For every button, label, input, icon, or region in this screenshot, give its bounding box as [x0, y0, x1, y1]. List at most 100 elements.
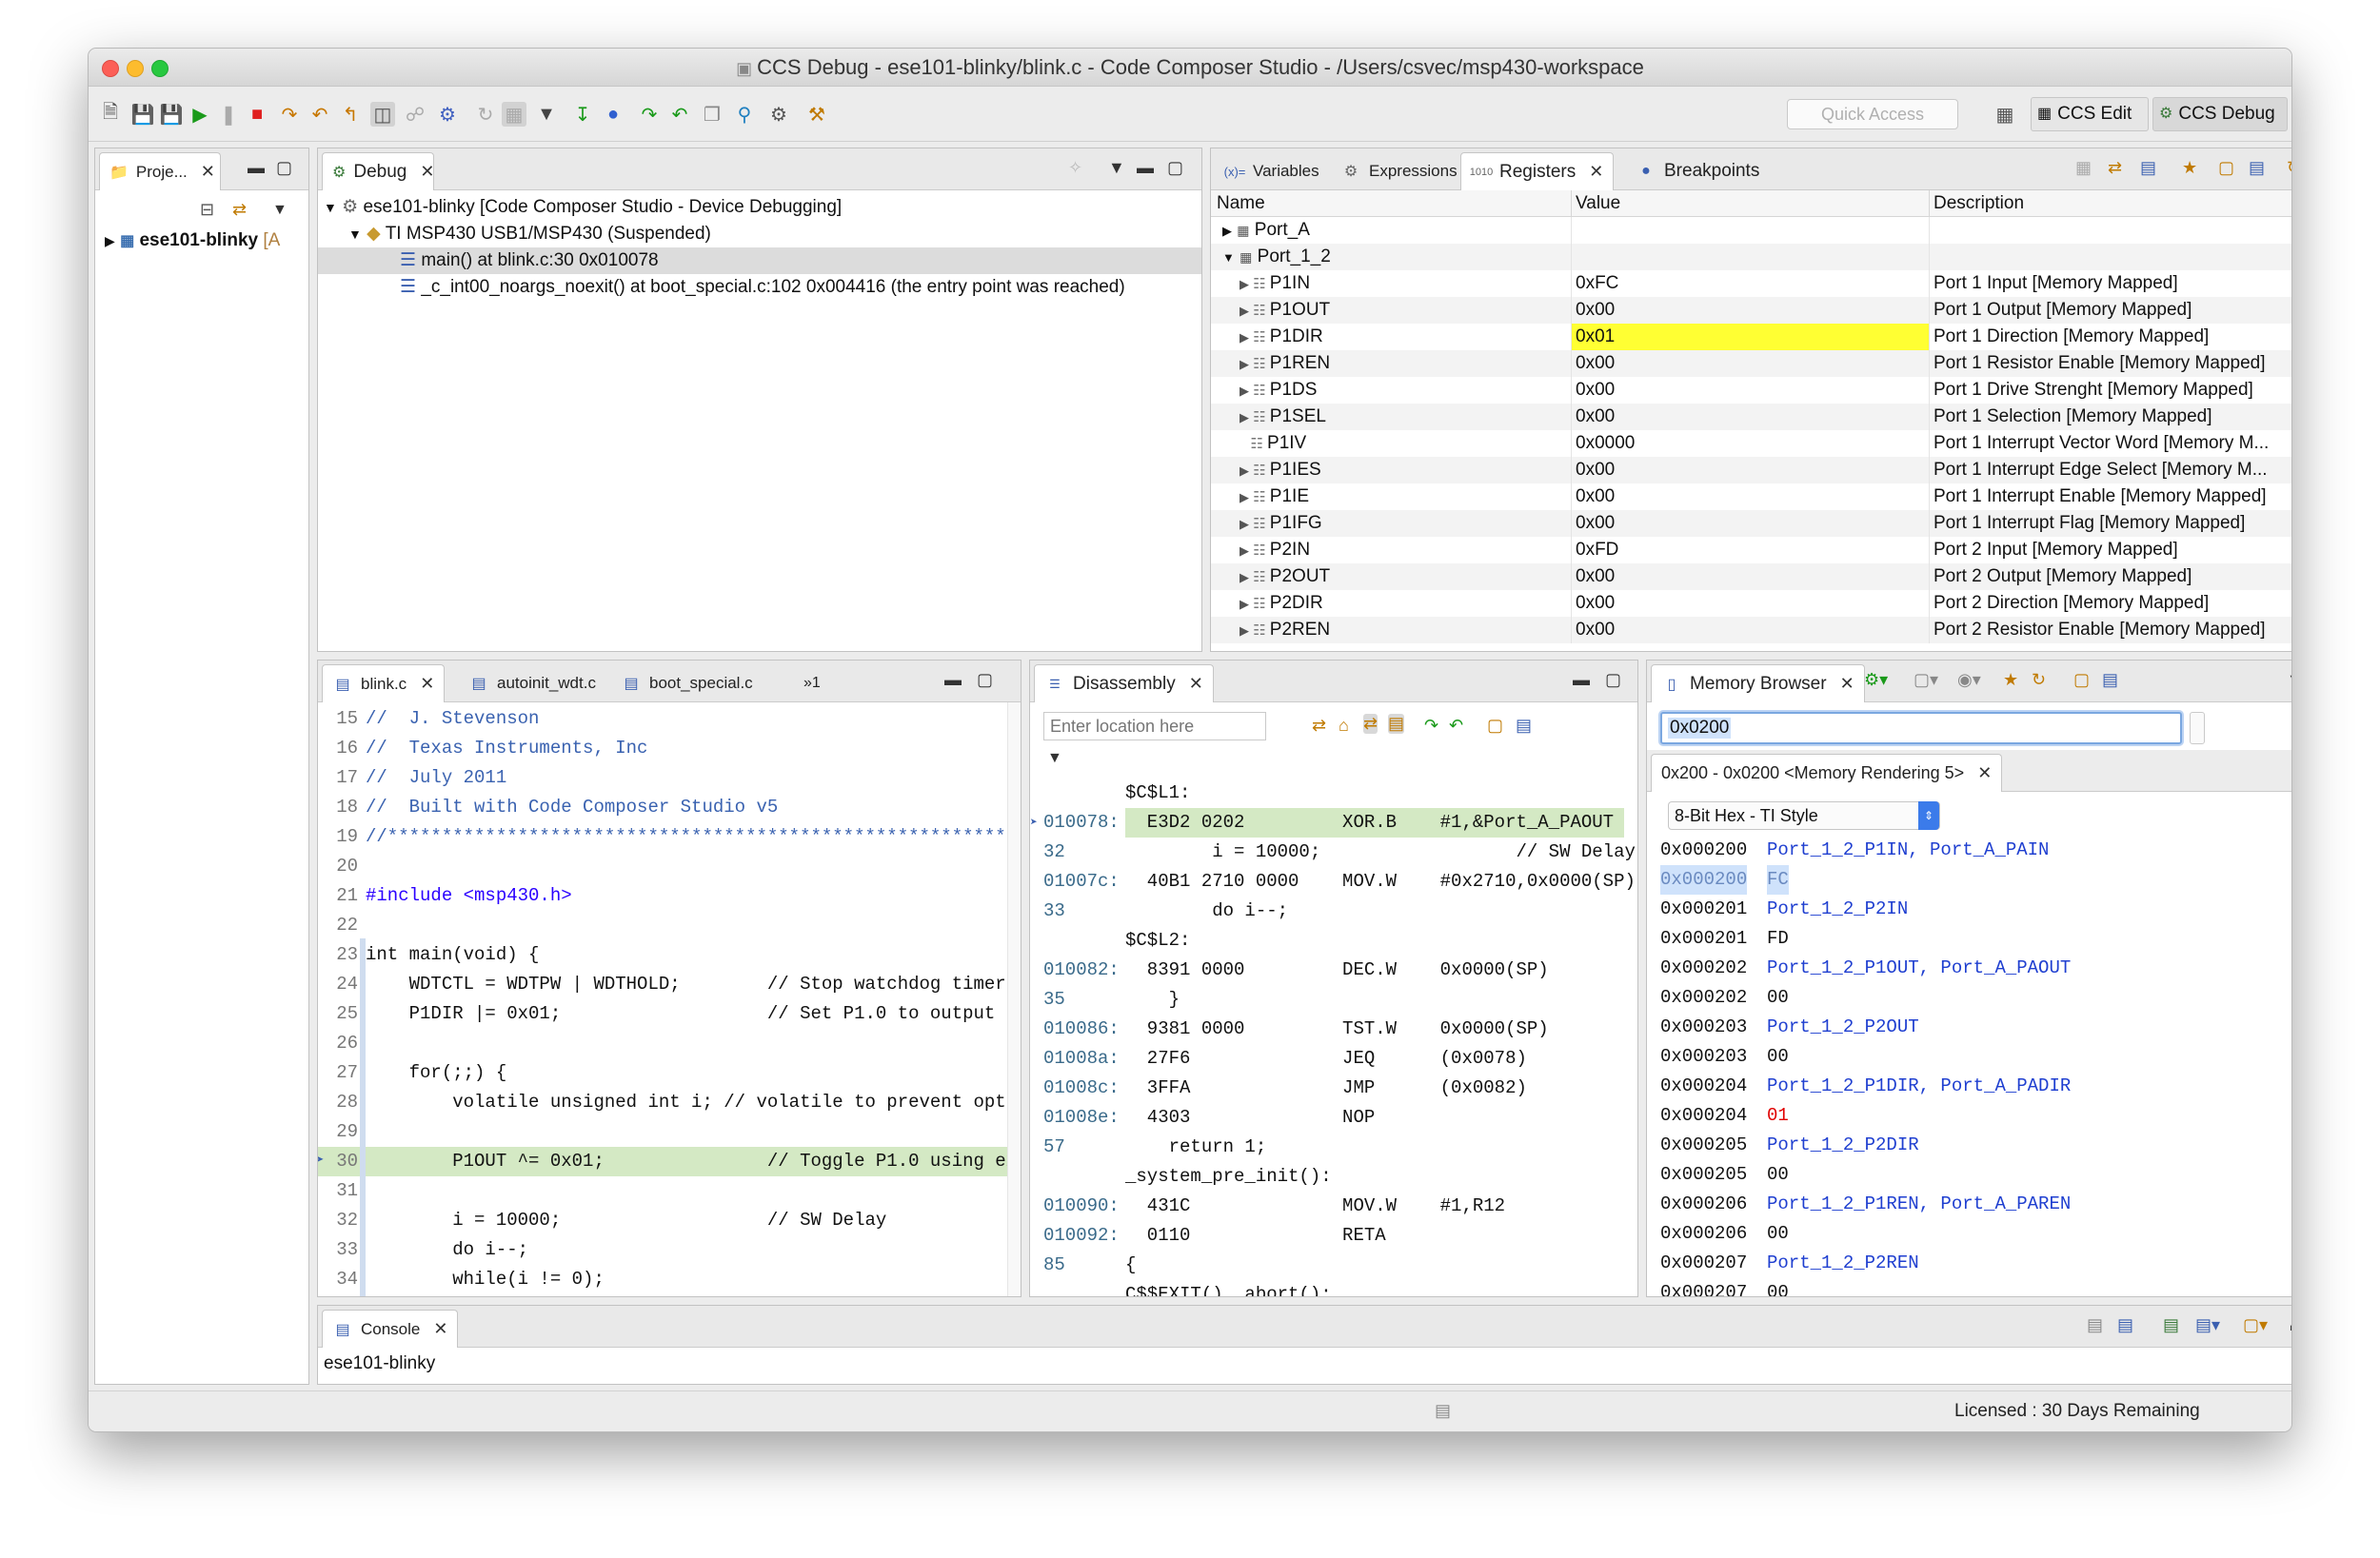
debug-config-icon[interactable]: ● — [601, 102, 625, 127]
search-icon[interactable]: ⚲ — [732, 102, 757, 127]
debug-tree-item-selected[interactable]: ☰ main() at blink.c:30 0x010078 — [318, 247, 1201, 274]
maximize-icon[interactable]: ▢ — [977, 670, 993, 690]
register-value[interactable]: 0x01 — [1571, 324, 1929, 350]
register-value[interactable]: 0x00 — [1571, 590, 1929, 617]
expand-arrow-icon[interactable]: ▶ — [1240, 490, 1249, 504]
register-group-row[interactable]: ▶ ▦ Port_A — [1211, 217, 2291, 244]
memory-value[interactable]: 00 — [1767, 983, 1789, 1013]
code-line[interactable]: 33 do i--; — [318, 1235, 1007, 1265]
close-icon[interactable]: ✕ — [201, 162, 215, 182]
terminate-icon[interactable]: ■ — [245, 102, 269, 127]
memory-line[interactable]: 0x000201 FD — [1647, 924, 2291, 954]
project-item[interactable]: ▶ ▦ ese101-blinky [A — [105, 230, 280, 251]
home-icon[interactable]: ⌂ — [1339, 716, 1349, 736]
collapse-arrow-icon[interactable]: ▼ — [324, 200, 337, 215]
code-line[interactable]: 15 // J. Stevenson — [318, 704, 1007, 734]
debug-tree-item[interactable]: ▼ ◆ TI MSP430 USB1/MSP430 (Suspended) — [348, 221, 1201, 247]
register-value[interactable]: 0xFD — [1571, 537, 1929, 563]
tab-breakpoints[interactable]: ● Breakpoints — [1626, 152, 1769, 190]
asm-step-over-icon[interactable]: ↶ — [1449, 716, 1463, 736]
code-line[interactable]: 30 P1OUT ^= 0x01; // Toggle P1.0 using e… — [318, 1147, 1021, 1176]
display-console-icon[interactable]: ▤▾ — [2195, 1315, 2220, 1335]
view-menu-icon[interactable]: ▼ — [2287, 670, 2291, 690]
show-source-icon[interactable]: ▤ — [1388, 714, 1405, 734]
expand-arrow-icon[interactable]: ▶ — [1240, 597, 1249, 611]
register-value[interactable]: 0x00 — [1571, 510, 1929, 537]
maximize-icon[interactable]: ▢ — [1605, 670, 1621, 690]
register-value[interactable]: 0x00 — [1571, 617, 1929, 643]
pin-icon[interactable]: ▤ — [2102, 670, 2118, 690]
close-icon[interactable]: ✕ — [420, 674, 434, 694]
tab-project-explorer[interactable]: 📁 Proje... ✕ — [99, 152, 221, 190]
register-value[interactable]: 0x00 — [1571, 404, 1929, 430]
open-console-icon[interactable]: ▢▾ — [2243, 1315, 2268, 1335]
register-row[interactable]: ▶ ☷ P2REN 0x00 Port 2 Resistor Enable [Mem… — [1211, 617, 2291, 643]
memory-line[interactable]: 0x000201 Port_1_2_P2IN — [1647, 895, 2291, 924]
sync-icon[interactable]: ★ — [2003, 670, 2018, 690]
register-row[interactable]: ▶ ☷ P2IN 0xFD Port 2 Input [Memory Mapped] — [1211, 537, 2291, 563]
close-icon[interactable]: ✕ — [1189, 674, 1203, 694]
debug-tree-item[interactable]: ☰ _c_int00_noargs_noexit() at boot_speci… — [400, 274, 1201, 301]
save-memory-icon[interactable]: ◉▾ — [1957, 670, 1981, 690]
code-line[interactable]: 31 — [318, 1176, 1007, 1206]
memory-value[interactable]: 00 — [1767, 1042, 1789, 1072]
tab-memory-browser[interactable]: ▯ Memory Browser ✕ — [1651, 664, 1865, 702]
address-history-button[interactable] — [2190, 712, 2205, 744]
memory-listing[interactable]: 0x000200 Port_1_2_P1IN, Port_A_PAIN 0x0002… — [1647, 836, 2291, 1296]
tab-disassembly[interactable]: ☰ Disassembly ✕ — [1034, 664, 1214, 702]
register-group-row[interactable]: ▼ ▦ Port_1_2 — [1211, 244, 2291, 270]
disassembly-line[interactable]: C$$EXIT(), abort(): — [1030, 1280, 1624, 1296]
remove-terminated-icon[interactable]: ✧ — [1068, 158, 1082, 178]
memory-value[interactable]: 00 — [1767, 1160, 1789, 1190]
minimize-icon[interactable]: ▬ — [1573, 670, 1590, 690]
memory-line[interactable]: 0x000206 00 — [1647, 1219, 2291, 1249]
close-icon[interactable]: ✕ — [1589, 162, 1603, 182]
code-line[interactable]: 23 int main(void) { — [318, 940, 1007, 970]
tab-blink-c[interactable]: ▤ blink.c ✕ — [322, 664, 446, 702]
perspective-ccs-debug[interactable]: ⚙ CCS Debug — [2152, 97, 2288, 131]
register-row[interactable]: ▶ ☷ P2OUT 0x00 Port 2 Output [Memory Mappe… — [1211, 563, 2291, 590]
memory-line[interactable]: 0x000205 00 — [1647, 1160, 2291, 1190]
register-row[interactable]: ▶ ☷ P1IES 0x00 Port 1 Interrupt Edge Selec… — [1211, 457, 2291, 483]
format-select[interactable]: 8-Bit Hex - TI Style ⇕ — [1668, 801, 1940, 830]
register-value[interactable]: 0x00 — [1571, 377, 1929, 404]
zoom-window-button[interactable] — [151, 60, 169, 77]
pin-console-icon[interactable]: ▤ — [2163, 1315, 2179, 1335]
memory-line[interactable]: 0x000206 Port_1_2_P1REN, Port_A_PAREN — [1647, 1190, 2291, 1219]
save-all-icon[interactable]: 💾 — [159, 102, 184, 127]
register-row[interactable]: ▶ ☷ P1OUT 0x00 Port 1 Output [Memory Mappe… — [1211, 297, 2291, 324]
overview-ruler[interactable] — [1007, 702, 1021, 1296]
tab-autoinit-wdt-c[interactable]: ▤ autoinit_wdt.c — [459, 664, 605, 702]
register-row[interactable]: ▶ ☷ P1IFG 0x00 Port 1 Interrupt Flag [Memo… — [1211, 510, 2291, 537]
code-line[interactable]: 27 for(;;) { — [318, 1058, 1007, 1088]
code-line[interactable]: 19 //************************************… — [318, 822, 1021, 852]
register-value[interactable]: 0x00 — [1571, 563, 1929, 590]
refresh-registers-icon[interactable]: ↻ — [2287, 158, 2291, 178]
asm-step-into-icon[interactable]: ↷ — [637, 102, 662, 127]
code-line[interactable]: 28 volatile unsigned int i; // volatile … — [318, 1088, 1021, 1117]
collapse-icon[interactable]: ▦ — [2075, 158, 2092, 178]
expand-arrow-icon[interactable]: ▶ — [1240, 277, 1249, 291]
disassembly-line[interactable]: 010086: 9381 0000 TST.W 0x0000(SP) — [1030, 1015, 1624, 1044]
step-return-icon[interactable]: ↰ — [338, 102, 363, 127]
close-window-button[interactable] — [102, 60, 119, 77]
location-input[interactable] — [1043, 712, 1266, 740]
expand-arrow-icon[interactable]: ▶ — [1240, 330, 1249, 345]
maximize-icon[interactable]: ▢ — [276, 158, 292, 178]
more-tabs-button[interactable]: »1 — [794, 664, 830, 702]
disassembly-listing[interactable]: $C$L1: 010078: E3D2 0202 XOR.B #1,&Port_A… — [1030, 779, 1636, 1296]
memory-line[interactable]: 0x000200 Port_1_2_P1IN, Port_A_PAIN — [1647, 836, 2291, 865]
memory-line[interactable]: 0x000203 Port_1_2_P2OUT — [1647, 1013, 2291, 1042]
code-line[interactable]: 26 — [318, 1029, 1007, 1058]
code-line[interactable]: 32 i = 10000; // SW Delay — [318, 1206, 1007, 1235]
sync-icon[interactable]: ★ — [2182, 158, 2197, 178]
register-value[interactable]: 0x00 — [1571, 457, 1929, 483]
register-row[interactable]: ▶ ☷ P1IN 0xFC Port 1 Input [Memory Mapped] — [1211, 270, 2291, 297]
memory-value[interactable]: 00 — [1767, 1219, 1789, 1249]
memory-value[interactable]: 00 — [1767, 1278, 1789, 1296]
new-view-icon[interactable]: ▢ — [2218, 158, 2234, 178]
disassembly-line[interactable]: 010082: 8391 0000 DEC.W 0x0000(SP) — [1030, 956, 1624, 985]
memory-value[interactable]: FD — [1767, 924, 1789, 954]
new-icon[interactable]: 🗎 — [98, 102, 123, 127]
memory-line[interactable]: 0x000207 00 — [1647, 1278, 2291, 1296]
